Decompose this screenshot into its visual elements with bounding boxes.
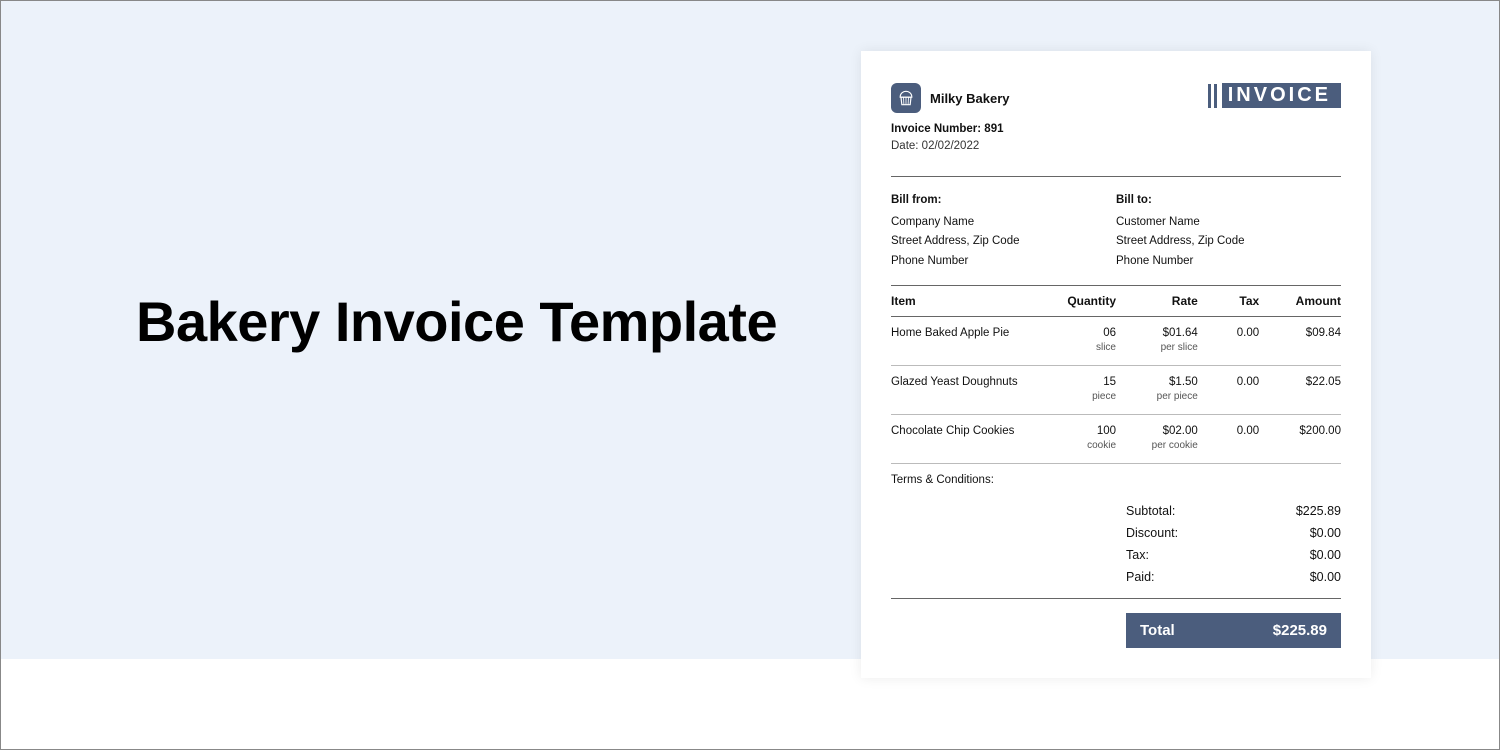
cell-rate: $1.50per piece xyxy=(1116,376,1198,402)
table-row: Home Baked Apple Pie 06slice $01.64per s… xyxy=(891,317,1341,366)
th-item: Item xyxy=(891,294,1046,308)
cell-rate: $01.64per slice xyxy=(1116,327,1198,353)
cell-qty: 06slice xyxy=(1046,327,1116,353)
cell-tax: 0.00 xyxy=(1198,376,1259,388)
invoice-header: Milky Bakery INVOICE xyxy=(891,83,1341,113)
invoice-meta: Invoice Number: 891 Date: 02/02/2022 xyxy=(891,123,1341,152)
cell-qty: 100cookie xyxy=(1046,425,1116,451)
table-row: Chocolate Chip Cookies 100cookie $02.00p… xyxy=(891,415,1341,463)
bill-from-address: Street Address, Zip Code xyxy=(891,232,1116,252)
cell-qty: 15piece xyxy=(1046,376,1116,402)
cell-tax: 0.00 xyxy=(1198,425,1259,437)
bill-from-phone: Phone Number xyxy=(891,252,1116,272)
addresses: Bill from: Company Name Street Address, … xyxy=(891,177,1341,285)
cell-item: Home Baked Apple Pie xyxy=(891,327,1046,339)
cell-item: Chocolate Chip Cookies xyxy=(891,425,1046,437)
bill-to: Bill to: Customer Name Street Address, Z… xyxy=(1116,191,1341,271)
table-header: Item Quantity Rate Tax Amount xyxy=(891,285,1341,317)
bill-from: Bill from: Company Name Street Address, … xyxy=(891,191,1116,271)
table-body: Home Baked Apple Pie 06slice $01.64per s… xyxy=(891,317,1341,463)
page-title: Bakery Invoice Template xyxy=(136,281,777,362)
cell-item: Glazed Yeast Doughnuts xyxy=(891,376,1046,388)
subtotal-label: Subtotal: xyxy=(1126,504,1175,518)
divider xyxy=(891,598,1341,599)
invoice-badge-text: INVOICE xyxy=(1222,83,1341,108)
grand-total-value: $225.89 xyxy=(1273,622,1327,639)
discount-value: $0.00 xyxy=(1310,526,1341,540)
muffin-icon xyxy=(891,83,921,113)
bill-to-heading: Bill to: xyxy=(1116,191,1341,211)
th-qty: Quantity xyxy=(1046,294,1116,308)
cell-amount: $22.05 xyxy=(1259,376,1341,388)
cell-amount: $09.84 xyxy=(1259,327,1341,339)
th-rate: Rate xyxy=(1116,294,1198,308)
bill-from-heading: Bill from: xyxy=(891,191,1116,211)
terms-label: Terms & Conditions: xyxy=(891,463,1341,486)
discount-label: Discount: xyxy=(1126,526,1178,540)
subtotal-value: $225.89 xyxy=(1296,504,1341,518)
bill-from-company: Company Name xyxy=(891,213,1116,233)
th-tax: Tax xyxy=(1198,294,1259,308)
badge-bars-icon xyxy=(1208,84,1217,108)
tax-value: $0.00 xyxy=(1310,548,1341,562)
tax-label: Tax: xyxy=(1126,548,1149,562)
bill-to-address: Street Address, Zip Code xyxy=(1116,232,1341,252)
bill-to-customer: Customer Name xyxy=(1116,213,1341,233)
totals-block: Subtotal: $225.89 Discount: $0.00 Tax: $0.0… xyxy=(1126,500,1341,588)
table-row: Glazed Yeast Doughnuts 15piece $1.50per … xyxy=(891,366,1341,415)
paid-value: $0.00 xyxy=(1310,570,1341,584)
grand-total: Total $225.89 xyxy=(1126,613,1341,648)
cell-rate: $02.00per cookie xyxy=(1116,425,1198,451)
paid-label: Paid: xyxy=(1126,570,1155,584)
invoice-date: Date: 02/02/2022 xyxy=(891,140,1341,152)
cell-amount: $200.00 xyxy=(1259,425,1341,437)
bill-to-phone: Phone Number xyxy=(1116,252,1341,272)
brand-name: Milky Bakery xyxy=(930,91,1010,106)
th-amount: Amount xyxy=(1259,294,1341,308)
invoice-badge: INVOICE xyxy=(1208,83,1341,108)
invoice-number: Invoice Number: 891 xyxy=(891,123,1341,135)
brand-block: Milky Bakery xyxy=(891,83,1010,113)
cell-tax: 0.00 xyxy=(1198,327,1259,339)
grand-total-label: Total xyxy=(1140,622,1175,639)
invoice-card: Milky Bakery INVOICE Invoice Number: 891… xyxy=(861,51,1371,678)
